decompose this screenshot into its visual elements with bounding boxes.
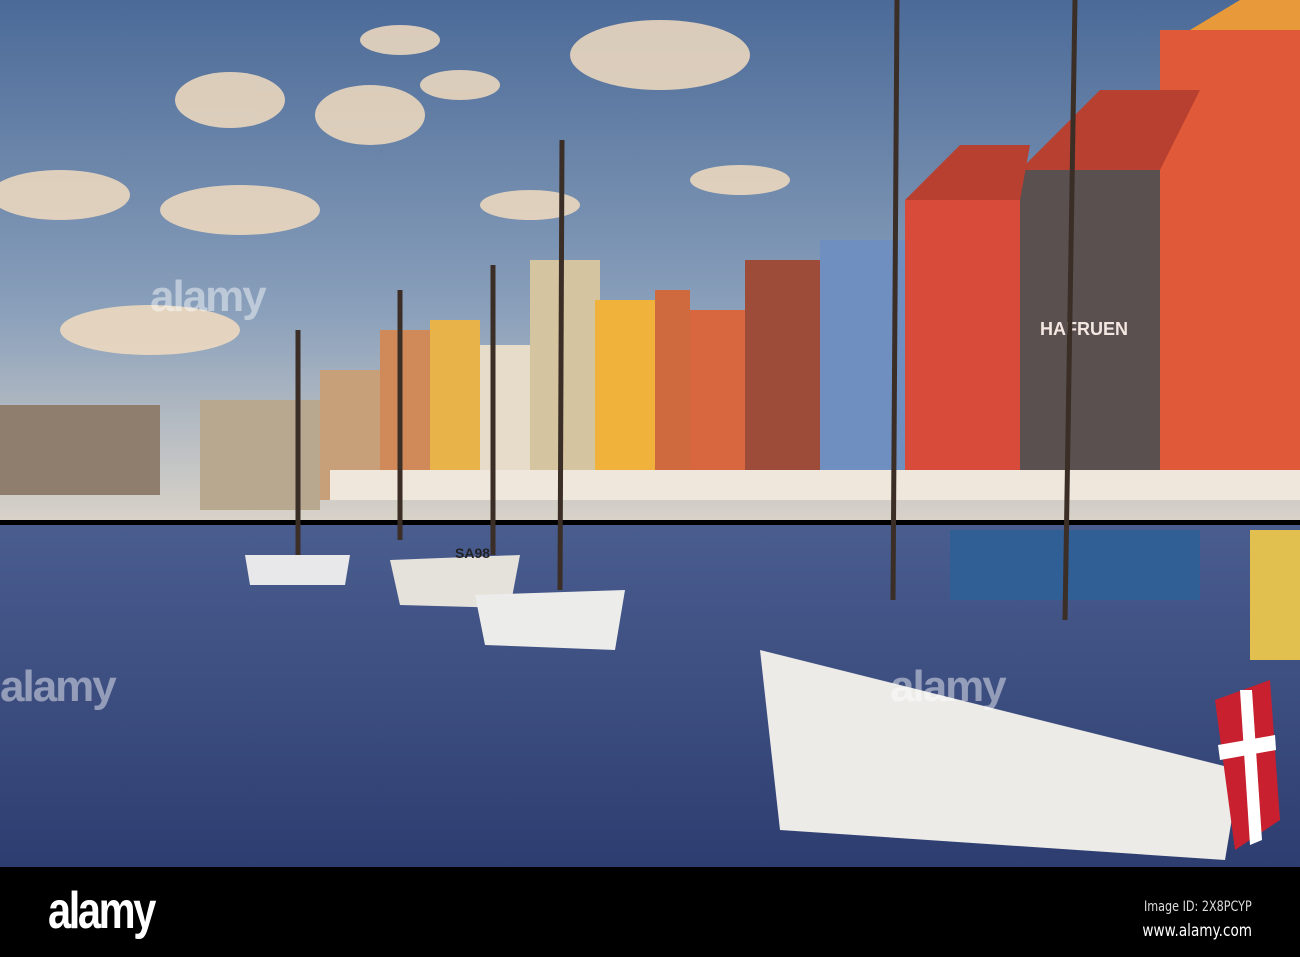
watermark: alamy bbox=[150, 272, 267, 321]
watermark: alamy bbox=[890, 662, 1007, 711]
sign-text: HAFRUEN bbox=[1040, 319, 1128, 339]
awnings bbox=[330, 470, 1300, 500]
alamy-logo: alamy bbox=[48, 882, 156, 940]
boat-registration: SA98 bbox=[455, 545, 490, 561]
image-id: Image ID: 2X8PCYP bbox=[1144, 899, 1252, 915]
footer-bar: alamy Image ID: 2X8PCYP www.alamy.com bbox=[0, 867, 1300, 957]
harbour-photo: HAFRUEN SA98 bbox=[0, 0, 1300, 867]
watermark: alamy bbox=[0, 662, 117, 711]
site-url: www.alamy.com bbox=[1142, 921, 1252, 941]
